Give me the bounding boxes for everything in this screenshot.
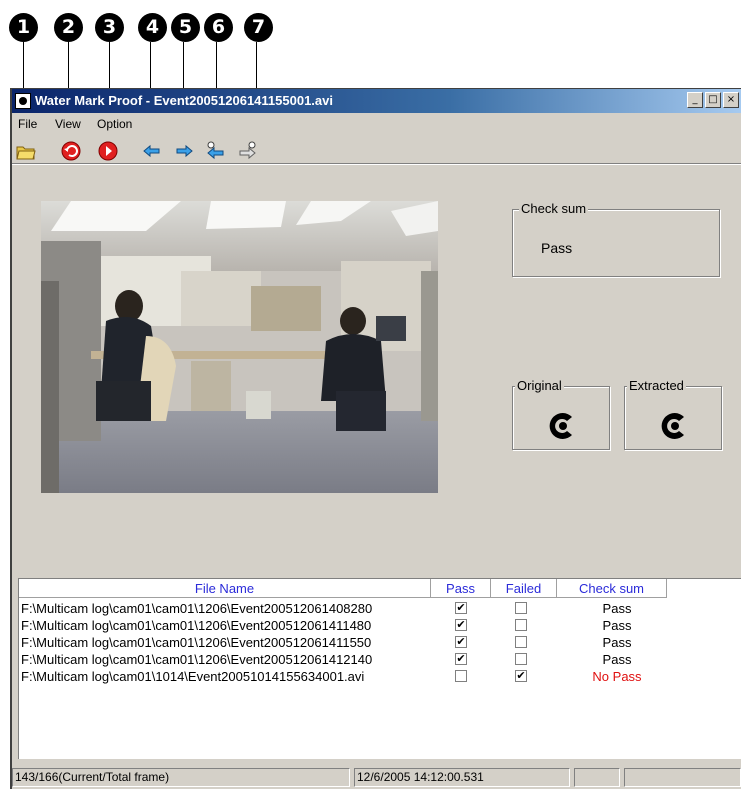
table-row[interactable]: F:\Multicam log\cam01\cam01\1206\Event20… (19, 651, 741, 668)
file-name-cell: F:\Multicam log\cam01\cam01\1206\Event20… (21, 618, 372, 633)
column-header-failed[interactable]: Failed (491, 579, 557, 598)
file-name-cell: F:\Multicam log\cam01\cam01\1206\Event20… (21, 635, 372, 650)
checksum-value: Pass (541, 240, 573, 256)
original-watermark-icon (549, 413, 572, 439)
callout-strip: 1 2 3 4 5 6 7 (0, 0, 741, 142)
menu-bar: File View Option (12, 113, 741, 133)
previous-file-button[interactable] (206, 141, 226, 161)
file-list-table[interactable]: File Name Pass Failed Check sum F:\Multi… (18, 578, 741, 759)
column-header-check-sum[interactable]: Check sum (557, 579, 667, 598)
close-button[interactable]: × (723, 92, 739, 108)
status-pane-empty (574, 768, 620, 787)
open-folder-icon (16, 146, 36, 160)
previous-frame-button[interactable] (142, 141, 162, 161)
toolbar (12, 135, 741, 164)
title-bar[interactable]: Water Mark Proof - Event2005120614115500… (12, 89, 741, 113)
checksum-cell: Pass (602, 618, 632, 633)
video-frame (41, 201, 438, 493)
status-bar: 143/166(Current/Total frame) 12/6/2005 1… (12, 766, 741, 790)
previous-file-icon (207, 141, 224, 160)
checksum-cell: Pass (602, 601, 632, 616)
rewind-icon (61, 141, 81, 161)
next-frame-icon (176, 144, 193, 158)
timestamp-readout: 12/6/2005 14:12:00.531 (354, 768, 570, 787)
original-label: Original (515, 378, 564, 393)
checksum-cell: No Pass (592, 669, 642, 684)
checksum-label: Check sum (519, 201, 589, 216)
callout-5: 5 (171, 13, 200, 42)
extracted-watermark-group: Extracted (624, 378, 722, 450)
original-watermark-group: Original (512, 378, 610, 450)
status-pane-empty (624, 768, 741, 787)
open-button[interactable] (16, 141, 36, 161)
app-window: Water Mark Proof - Event2005120614115500… (10, 88, 741, 789)
column-header-pass[interactable]: Pass (431, 579, 491, 598)
window-controls: _ □ × (687, 92, 739, 108)
callout-4: 4 (138, 13, 167, 42)
app-icon[interactable] (15, 93, 31, 109)
extracted-label: Extracted (627, 378, 686, 393)
maximize-button[interactable]: □ (705, 92, 721, 108)
callout-2: 2 (54, 13, 83, 42)
menu-option[interactable]: Option (97, 117, 132, 131)
table-header: File Name Pass Failed Check sum (19, 579, 741, 599)
pass-checkbox[interactable]: ✔ (455, 602, 467, 614)
next-file-icon (239, 141, 256, 160)
window-title: Water Mark Proof - Event2005120614115500… (35, 93, 333, 108)
failed-checkbox[interactable] (515, 602, 527, 614)
previous-frame-icon (143, 144, 160, 158)
office-camera-image (41, 201, 438, 493)
next-file-button[interactable] (237, 141, 257, 161)
table-row[interactable]: F:\Multicam log\cam01\cam01\1206\Event20… (19, 634, 741, 651)
failed-checkbox[interactable] (515, 619, 527, 631)
failed-checkbox[interactable] (515, 653, 527, 665)
next-frame-button[interactable] (174, 141, 194, 161)
file-name-cell: F:\Multicam log\cam01\1014\Event20051014… (21, 669, 365, 684)
pass-checkbox[interactable] (455, 670, 467, 682)
checksum-group: Check sum Pass (512, 201, 720, 277)
failed-checkbox[interactable] (515, 636, 527, 648)
pass-checkbox[interactable]: ✔ (455, 619, 467, 631)
menu-file[interactable]: File (18, 117, 37, 131)
pass-checkbox[interactable]: ✔ (455, 653, 467, 665)
extracted-watermark-icon (661, 413, 684, 439)
table-row[interactable]: F:\Multicam log\cam01\cam01\1206\Event20… (19, 617, 741, 634)
callout-1: 1 (9, 13, 38, 42)
table-row[interactable]: F:\Multicam log\cam01\cam01\1206\Event20… (19, 600, 741, 617)
frame-counter: 143/166(Current/Total frame) (12, 768, 350, 787)
menu-view[interactable]: View (55, 117, 81, 131)
failed-checkbox[interactable]: ✔ (515, 670, 527, 682)
callout-6: 6 (204, 13, 233, 42)
checksum-cell: Pass (602, 635, 632, 650)
table-row[interactable]: F:\Multicam log\cam01\1014\Event20051014… (19, 668, 741, 685)
play-icon (98, 141, 118, 161)
callout-7: 7 (244, 13, 273, 42)
pass-checkbox[interactable]: ✔ (455, 636, 467, 648)
checksum-cell: Pass (602, 652, 632, 667)
file-name-cell: F:\Multicam log\cam01\cam01\1206\Event20… (21, 652, 373, 667)
file-name-cell: F:\Multicam log\cam01\cam01\1206\Event20… (21, 601, 373, 616)
rewind-button[interactable] (61, 141, 81, 161)
callout-3: 3 (95, 13, 124, 42)
column-header-file-name[interactable]: File Name (19, 579, 431, 598)
minimize-button[interactable]: _ (687, 92, 703, 108)
play-button[interactable] (98, 141, 118, 161)
